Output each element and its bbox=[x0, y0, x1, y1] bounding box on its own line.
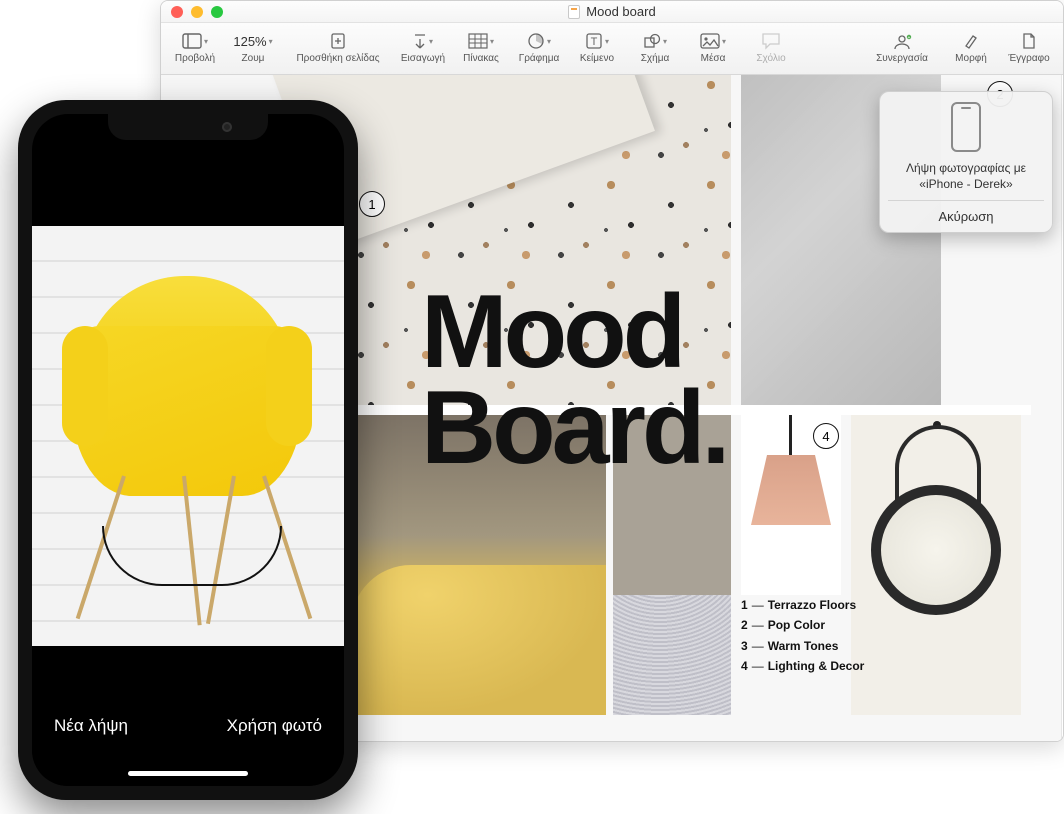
document-title-line1: Mood bbox=[421, 285, 726, 381]
toolbar-zoom[interactable]: 125% Ζουμ bbox=[225, 27, 281, 66]
toolbar-add-page-label: Προσθήκη σελίδας bbox=[296, 53, 379, 64]
toolbar-shape-label: Σχήμα bbox=[641, 53, 670, 64]
chart-icon bbox=[527, 29, 551, 53]
document-icon bbox=[568, 5, 580, 19]
popover-text: Λήψη φωτογραφίας με «iPhone - Derek» bbox=[888, 160, 1044, 192]
toolbar-media[interactable]: Μέσα bbox=[685, 27, 741, 66]
toolbar-chart-label: Γράφημα bbox=[519, 53, 560, 64]
format-icon bbox=[962, 29, 980, 53]
svg-text:+: + bbox=[908, 35, 911, 41]
toolbar-comment[interactable]: Σχόλιο bbox=[743, 27, 799, 66]
phone-outline-icon bbox=[951, 102, 981, 152]
toolbar-collaborate[interactable]: + Συνεργασία bbox=[863, 27, 941, 66]
svg-text:T: T bbox=[591, 36, 598, 48]
legend-row: 2—Pop Color bbox=[741, 615, 864, 635]
toolbar-table-label: Πίνακας bbox=[463, 53, 499, 64]
toolbar-collaborate-label: Συνεργασία bbox=[876, 53, 928, 64]
document-title-line2: Board. bbox=[421, 381, 726, 477]
text-icon: T bbox=[585, 29, 609, 53]
toolbar-format[interactable]: Μορφή bbox=[943, 27, 999, 66]
zoom-value: 125% bbox=[233, 29, 272, 53]
iphone-notch bbox=[108, 114, 268, 140]
legend-row: 1—Terrazzo Floors bbox=[741, 595, 864, 615]
toolbar-text-label: Κείμενο bbox=[580, 53, 614, 64]
toolbar-comment-label: Σχόλιο bbox=[756, 53, 785, 64]
add-page-icon bbox=[329, 29, 347, 53]
camera-preview bbox=[32, 226, 344, 646]
toolbar-chart[interactable]: Γράφημα bbox=[511, 27, 567, 66]
shape-icon bbox=[643, 29, 667, 53]
toolbar-table[interactable]: Πίνακας bbox=[453, 27, 509, 66]
document-title[interactable]: Mood Board. bbox=[421, 285, 726, 476]
collaborate-icon: + bbox=[891, 29, 913, 53]
toolbar-format-label: Μορφή bbox=[955, 53, 987, 64]
legend: 1—Terrazzo Floors 2—Pop Color 3—Warm Ton… bbox=[741, 595, 864, 677]
window-title-text: Mood board bbox=[586, 4, 655, 19]
toolbar-shape[interactable]: Σχήμα bbox=[627, 27, 683, 66]
document-panel-icon bbox=[1021, 29, 1037, 53]
popover-cancel-button[interactable]: Ακύρωση bbox=[888, 200, 1044, 232]
window-titlebar: Mood board bbox=[161, 1, 1063, 23]
home-indicator[interactable] bbox=[128, 771, 248, 776]
retake-button[interactable]: Νέα λήψη bbox=[54, 716, 128, 736]
toolbar-insert-label: Εισαγωγή bbox=[401, 53, 445, 64]
yellow-chair-photo bbox=[62, 266, 312, 626]
legend-row: 3—Warm Tones bbox=[741, 636, 864, 656]
toolbar-view-label: Προβολή bbox=[175, 53, 215, 64]
iphone-screen: Νέα λήψη Χρήση φωτό bbox=[32, 114, 344, 786]
table-icon bbox=[468, 29, 494, 53]
toolbar-text[interactable]: T Κείμενο bbox=[569, 27, 625, 66]
comment-icon bbox=[761, 29, 781, 53]
toolbar: Προβολή 125% Ζουμ Προσθήκη σελίδας Εισαγ… bbox=[161, 23, 1063, 75]
toolbar-add-page[interactable]: Προσθήκη σελίδας bbox=[283, 27, 393, 66]
toolbar-document[interactable]: Έγγραφο bbox=[1001, 27, 1057, 66]
media-icon bbox=[700, 29, 726, 53]
toolbar-view[interactable]: Προβολή bbox=[167, 27, 223, 66]
toolbar-insert[interactable]: Εισαγωγή bbox=[395, 27, 451, 66]
use-photo-button[interactable]: Χρήση φωτό bbox=[227, 716, 322, 736]
callout-1[interactable]: 1 bbox=[359, 191, 385, 217]
window-title: Mood board bbox=[161, 4, 1063, 19]
toolbar-zoom-label: Ζουμ bbox=[242, 53, 265, 64]
iphone-device: Νέα λήψη Χρήση φωτό bbox=[18, 100, 358, 800]
insert-icon bbox=[413, 29, 433, 53]
view-icon bbox=[182, 29, 208, 53]
image-mirror[interactable] bbox=[851, 415, 1021, 715]
toolbar-media-label: Μέσα bbox=[701, 53, 726, 64]
continuity-camera-popover: Λήψη φωτογραφίας με «iPhone - Derek» Ακύ… bbox=[879, 91, 1053, 233]
toolbar-document-label: Έγγραφο bbox=[1008, 53, 1049, 64]
callout-4[interactable]: 4 bbox=[813, 423, 839, 449]
legend-row: 4—Lighting & Decor bbox=[741, 656, 864, 676]
